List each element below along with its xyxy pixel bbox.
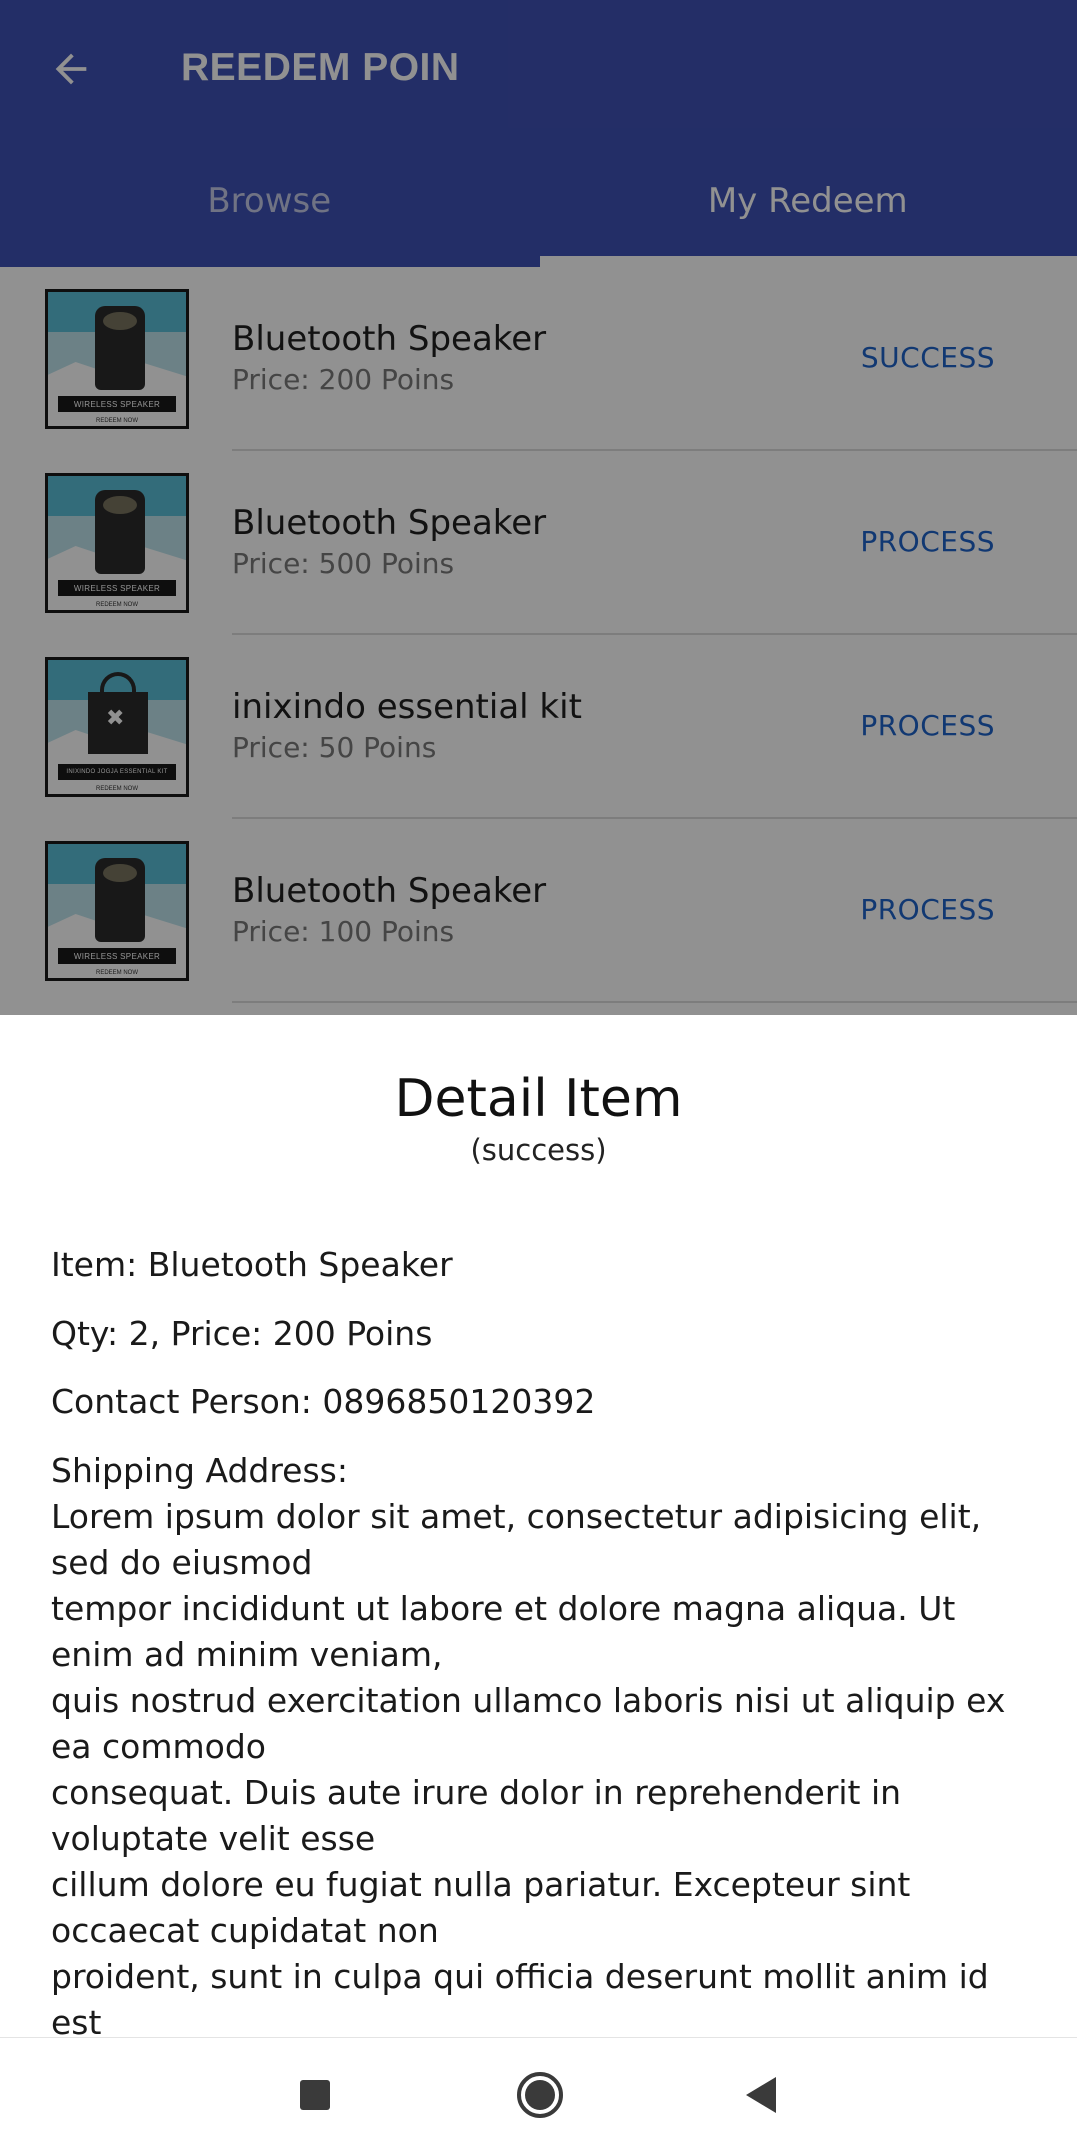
back-triangle-icon (746, 2077, 776, 2113)
sheet-status: (success) (470, 1133, 607, 1167)
sheet-title: Detail Item (394, 1069, 683, 1129)
detail-item-name: Item: Bluetooth Speaker (51, 1245, 453, 1284)
back-nav-button[interactable] (728, 2062, 794, 2128)
address-line: proident, sunt in culpa qui officia dese… (51, 1957, 989, 2042)
system-nav-bar (0, 2037, 1077, 2151)
address-label: Shipping Address: (51, 1451, 348, 1490)
recents-square-icon (300, 2080, 330, 2110)
shipping-address: Shipping Address: Lorem ipsum dolor sit … (51, 1448, 1031, 2046)
address-line: cillum dolore eu fugiat nulla pariatur. … (51, 1865, 911, 1950)
detail-contact: Contact Person: 0896850120392 (51, 1382, 596, 1421)
home-circle-icon (517, 2072, 563, 2118)
address-line: consequat. Duis aute irure dolor in repr… (51, 1773, 902, 1858)
address-line: quis nostrud exercitation ullamco labori… (51, 1681, 1006, 1766)
address-line: tempor incididunt ut labore et dolore ma… (51, 1589, 956, 1674)
address-line: Lorem ipsum dolor sit amet, consectetur … (51, 1497, 982, 1582)
modal-scrim[interactable] (0, 0, 1077, 1015)
recents-button[interactable] (282, 2062, 348, 2128)
detail-bottom-sheet: Detail Item (success) Item: Bluetooth Sp… (0, 1015, 1077, 2042)
detail-qty-price: Qty: 2, Price: 200 Poins (51, 1314, 433, 1353)
home-button[interactable] (507, 2062, 573, 2128)
